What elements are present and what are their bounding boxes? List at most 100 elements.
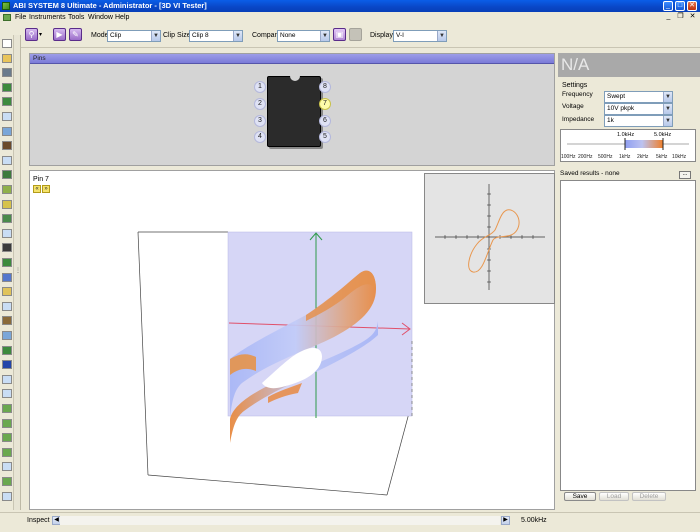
tool-icon[interactable]	[2, 97, 12, 107]
tool-icon[interactable]	[2, 126, 12, 136]
tool-icon[interactable]	[2, 301, 12, 311]
tool-icon[interactable]	[2, 316, 12, 326]
scroll-right-icon[interactable]: ▶	[501, 516, 510, 525]
tool-icon[interactable]	[2, 462, 12, 472]
tool-icon[interactable]	[2, 447, 12, 457]
pin-2[interactable]: 2	[254, 98, 266, 110]
tool-icon[interactable]	[2, 112, 12, 121]
save-button[interactable]: Save	[564, 492, 596, 501]
tool-icon[interactable]	[2, 331, 12, 340]
maximize-button[interactable]: □	[675, 1, 685, 11]
grip-icon: ⋮	[15, 268, 21, 274]
tool-icon[interactable]	[2, 82, 12, 92]
tool-icon[interactable]	[2, 272, 12, 282]
probe-icon[interactable]: ✎	[69, 28, 82, 41]
pin-3[interactable]: 3	[254, 115, 266, 127]
app-icon	[2, 2, 10, 10]
menu-tools[interactable]: Tools	[68, 14, 84, 21]
pins-header: Pins	[30, 54, 554, 64]
pin-1[interactable]: 1	[254, 81, 266, 93]
tool-icon[interactable]	[2, 53, 12, 63]
mdi-minimize-button[interactable]: _	[664, 13, 673, 22]
voltage-select[interactable]: 10V pkpk ▼	[604, 103, 673, 115]
compare-select-value: None	[280, 32, 296, 39]
frequency-readout: 5.00kHz	[521, 517, 547, 524]
tool-icon[interactable]	[2, 243, 12, 253]
disabled-tool-button[interactable]	[349, 28, 362, 41]
freq-tick-1khz: 1kHz	[619, 154, 631, 160]
ic-panel: Pins 1 2 3 4 8 7 6 5	[29, 53, 555, 166]
tool-icon[interactable]	[2, 418, 12, 428]
menu-help[interactable]: Help	[115, 14, 129, 21]
menu-file[interactable]: File	[15, 14, 26, 21]
delete-button[interactable]: Delete	[632, 492, 666, 501]
voltage-label: Voltage	[562, 103, 584, 110]
pin-6[interactable]: 6	[319, 115, 331, 127]
tool-icon[interactable]	[2, 433, 12, 443]
frequency-range-selector[interactable]: 1.0kHz 5.0kHz 100Hz 200Hz 500Hz 1kHz 2kH…	[560, 129, 696, 162]
range-max-marker: 5.0kHz	[654, 132, 671, 138]
mdi-close-button[interactable]: ✕	[688, 13, 697, 22]
clip-size-select[interactable]: Clip 8 ▼	[189, 30, 243, 42]
tool-icon[interactable]	[2, 214, 12, 224]
splitter[interactable]: ⋮	[14, 35, 21, 510]
compare-select[interactable]: None ▼	[277, 30, 330, 42]
vi-3d-view[interactable]: Pin 7 « »	[29, 170, 555, 510]
pin-5[interactable]: 5	[319, 131, 331, 143]
pin-7[interactable]: 7	[319, 98, 331, 110]
tool-icon[interactable]	[2, 404, 12, 413]
mode-select[interactable]: Clip ▼	[107, 30, 161, 42]
mdi-restore-button[interactable]: ❐	[676, 13, 685, 22]
tool-icon[interactable]	[2, 155, 12, 165]
status-mode: Inspect	[27, 517, 50, 524]
load-button[interactable]: Load	[599, 492, 629, 501]
chevron-down-icon: ▼	[663, 104, 672, 114]
tool-icon[interactable]	[2, 170, 12, 180]
frequency-select-value: Swept	[607, 93, 626, 100]
save-icon[interactable]: ▣	[333, 28, 346, 41]
selected-range	[625, 140, 663, 148]
clip-size-select-value: Clip 8	[192, 32, 209, 39]
freq-tick-100hz: 100Hz	[561, 154, 576, 160]
tool-icon[interactable]	[2, 141, 12, 151]
tool-icon[interactable]	[2, 389, 12, 399]
tool-icon[interactable]	[2, 491, 12, 501]
toolbar: ⚲ ▾ ▶ ✎ Mode Clip ▼ Clip Size: Clip 8 ▼ …	[0, 23, 700, 48]
impedance-label: Impedance	[562, 116, 595, 123]
tool-icon[interactable]	[2, 374, 12, 384]
chevron-down-icon: ▼	[233, 31, 242, 41]
tool-icon[interactable]	[2, 185, 12, 194]
menu-window[interactable]: Window	[88, 14, 113, 21]
tool-icon[interactable]	[2, 39, 12, 48]
vi-curve-inset	[424, 173, 555, 304]
pin-4[interactable]: 4	[254, 131, 266, 143]
vi-trace	[468, 209, 520, 273]
impedance-select[interactable]: 1k ▼	[604, 115, 673, 127]
tool-icon[interactable]	[2, 287, 12, 297]
tool-icon[interactable]	[2, 199, 12, 209]
browse-button[interactable]: ...	[679, 171, 691, 179]
saved-results-list[interactable]	[560, 180, 696, 491]
minimize-button[interactable]: _	[663, 1, 673, 11]
close-button[interactable]: ✕	[687, 1, 697, 11]
impedance-select-value: 1k	[607, 117, 614, 124]
freq-tick-10khz: 10kHz	[672, 154, 687, 160]
title-bar: ABI SYSTEM 8 Ultimate - Administrator - …	[0, 0, 700, 12]
frequency-select[interactable]: Swept ▼	[604, 91, 673, 103]
tool-icon[interactable]	[2, 228, 12, 238]
dropdown-arrow-icon[interactable]: ▾	[39, 31, 42, 38]
search-icon[interactable]: ⚲	[25, 28, 38, 41]
pin-8[interactable]: 8	[319, 81, 331, 93]
tool-icon[interactable]	[2, 345, 12, 355]
tool-icon[interactable]	[2, 360, 12, 370]
mode-label: Mode	[91, 32, 109, 39]
status-bar: Inspect ◀ ▶ 5.00kHz	[0, 512, 700, 532]
play-icon[interactable]: ▶	[53, 28, 66, 41]
menu-instruments[interactable]: Instruments	[29, 14, 66, 21]
display-select[interactable]: V-I ▼	[393, 30, 447, 42]
tool-icon[interactable]	[2, 258, 12, 267]
tool-icon[interactable]	[2, 477, 12, 486]
tool-icon[interactable]	[2, 68, 12, 78]
frequency-scrollbar[interactable]	[60, 516, 500, 525]
document-icon[interactable]	[3, 14, 11, 21]
